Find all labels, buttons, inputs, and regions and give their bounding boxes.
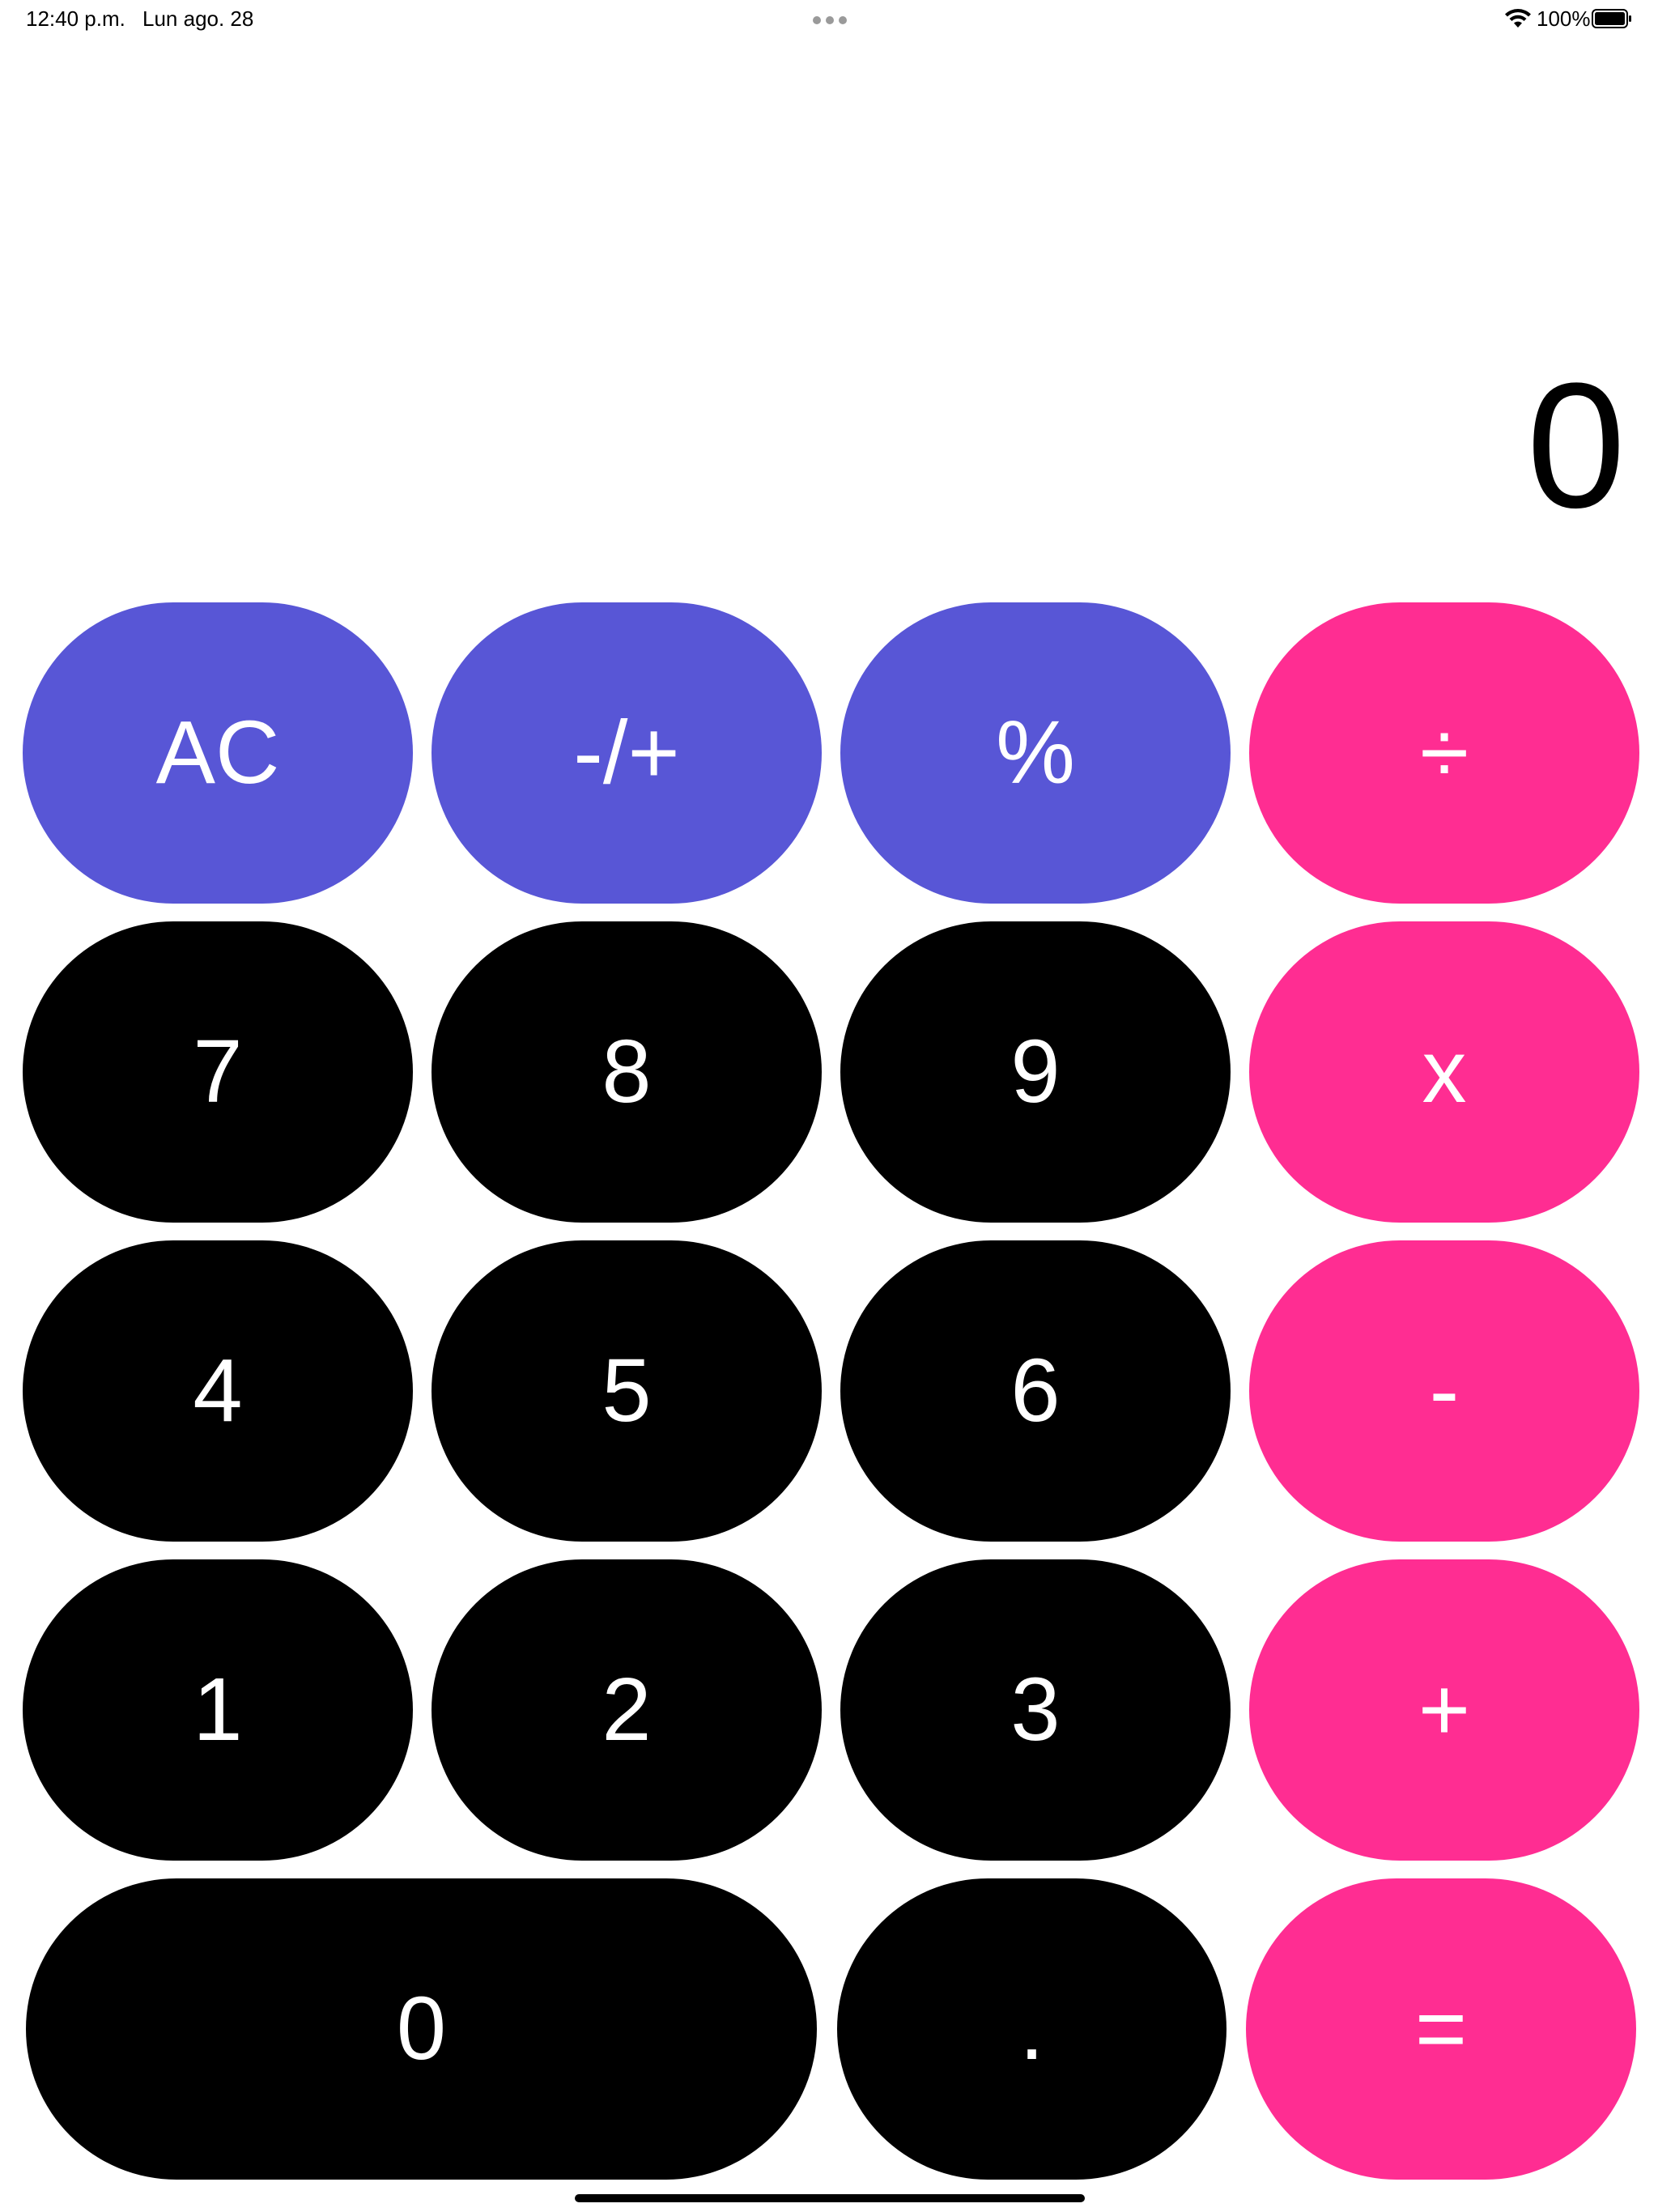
result-display: 0 <box>1526 346 1626 545</box>
decimal-label: . <box>1019 1979 1044 2078</box>
multiply-button[interactable]: x <box>1249 921 1639 1223</box>
equals-button[interactable]: = <box>1246 1878 1636 2180</box>
digit-1-button[interactable]: 1 <box>23 1559 413 1861</box>
battery-percentage: 100% <box>1537 6 1591 31</box>
digit-6-label: 6 <box>1010 1341 1061 1440</box>
all-clear-label: AC <box>155 703 280 802</box>
battery-full-icon <box>1592 9 1631 28</box>
home-indicator[interactable] <box>575 2194 1085 2202</box>
subtract-button[interactable]: - <box>1249 1240 1639 1542</box>
digit-8-button[interactable]: 8 <box>432 921 822 1223</box>
all-clear-button[interactable]: AC <box>23 602 413 904</box>
status-bar: 12:40 p.m. Lun ago. 28 100% <box>0 0 1658 39</box>
decimal-button[interactable]: . <box>837 1878 1226 2180</box>
digit-2-button[interactable]: 2 <box>432 1559 822 1861</box>
digit-3-label: 3 <box>1010 1660 1061 1759</box>
digit-4-button[interactable]: 4 <box>23 1240 413 1542</box>
equals-label: = <box>1414 1979 1468 2078</box>
digit-5-button[interactable]: 5 <box>432 1240 822 1542</box>
digit-9-button[interactable]: 9 <box>840 921 1231 1223</box>
wifi-icon <box>1505 9 1531 28</box>
add-label: + <box>1418 1660 1471 1759</box>
divide-label: ÷ <box>1419 703 1469 802</box>
multiply-label: x <box>1422 1022 1467 1121</box>
percent-button[interactable]: % <box>840 602 1231 904</box>
digit-8-label: 8 <box>602 1022 652 1121</box>
digit-7-button[interactable]: 7 <box>23 921 413 1223</box>
multitasking-dots-icon[interactable] <box>813 16 847 24</box>
digit-4-label: 4 <box>193 1341 243 1440</box>
percent-label: % <box>996 703 1075 802</box>
divide-button[interactable]: ÷ <box>1249 602 1639 904</box>
digit-9-label: 9 <box>1010 1022 1061 1121</box>
digit-6-button[interactable]: 6 <box>840 1240 1231 1542</box>
status-date: Lun ago. 28 <box>142 6 254 31</box>
digit-2-label: 2 <box>602 1660 652 1759</box>
subtract-label: - <box>1429 1341 1460 1440</box>
status-time: 12:40 p.m. <box>26 6 125 31</box>
negate-button[interactable]: -/+ <box>432 602 822 904</box>
negate-label: -/+ <box>573 703 680 802</box>
digit-5-label: 5 <box>602 1341 652 1440</box>
digit-0-button[interactable]: 0 <box>26 1878 817 2180</box>
digit-0-label: 0 <box>396 1979 447 2078</box>
digit-7-label: 7 <box>193 1022 243 1121</box>
add-button[interactable]: + <box>1249 1559 1639 1861</box>
digit-1-label: 1 <box>193 1660 243 1759</box>
digit-3-button[interactable]: 3 <box>840 1559 1231 1861</box>
